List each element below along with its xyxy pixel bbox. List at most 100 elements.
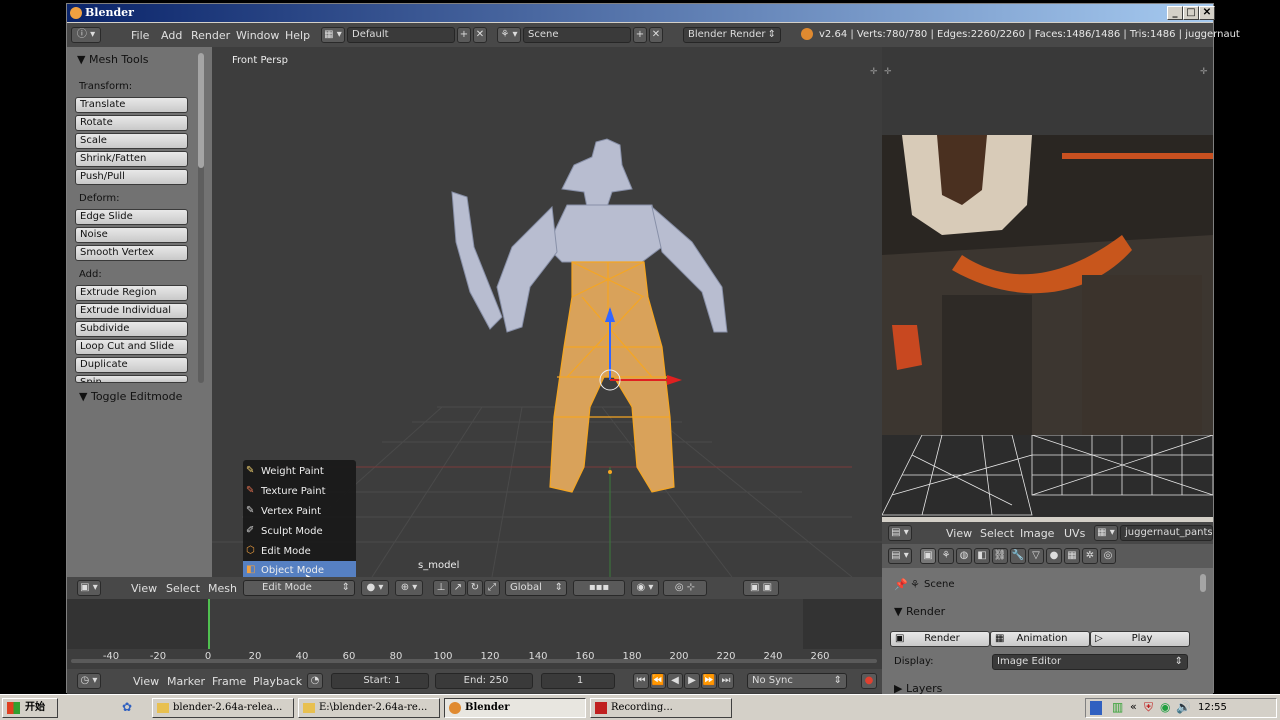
start-frame-field[interactable]: Start: 1 [331, 673, 429, 689]
menu-item-object-mode[interactable]: ◧ Object Mode [243, 561, 356, 577]
menu-item-edit-mode[interactable]: ⬡ Edit Mode [243, 542, 356, 561]
editor-type-info-icon[interactable]: ⓘ ▾ [71, 27, 101, 43]
maximize-button[interactable]: □ [1183, 6, 1199, 20]
proportional-edit-icon[interactable]: ◉ ▾ [631, 580, 659, 596]
task-blender[interactable]: Blender [444, 698, 586, 718]
layout-field[interactable]: Default [347, 27, 455, 43]
menu-item-sculpt-mode[interactable]: ✐ Sculpt Mode [243, 522, 356, 541]
render-tab-icon[interactable]: ▣ [920, 548, 936, 564]
scrollbar-thumb[interactable] [198, 53, 204, 168]
spin-button[interactable]: Spin [75, 375, 188, 383]
image-editor-view[interactable]: ✛ ✛ [882, 47, 1213, 517]
timeline-frame-menu[interactable]: Frame [212, 675, 246, 688]
rotate-button[interactable]: Rotate [75, 115, 188, 131]
orientation-select[interactable]: Global ⇕ [505, 580, 567, 596]
play-button[interactable]: ▷ Play [1090, 631, 1190, 647]
properties-scrollbar[interactable] [1200, 574, 1206, 592]
snap-icon[interactable]: ◎ ⊹ [663, 580, 707, 596]
auto-keying-icon[interactable]: ● [861, 673, 877, 689]
shrink-fatten-button[interactable]: Shrink/Fatten [75, 151, 188, 167]
menu-file[interactable]: File [131, 29, 149, 42]
timeline-view-menu[interactable]: View [133, 675, 159, 688]
extrude-region-button[interactable]: Extrude Region [75, 285, 188, 301]
editor-type-image-icon[interactable]: ▤ ▾ [888, 525, 912, 541]
constraints-tab-icon[interactable]: ⛓ [992, 548, 1008, 564]
window-titlebar[interactable]: Blender _ □ ✕ [67, 4, 1215, 22]
editor-type-timeline-icon[interactable]: ◷ ▾ [77, 673, 101, 689]
manipulator-toggle-icon[interactable]: ⊥ [433, 580, 449, 596]
network-icon[interactable]: ▥ [1112, 700, 1123, 714]
world-tab-icon[interactable]: ◍ [956, 548, 972, 564]
scene-add-icon[interactable]: + [633, 27, 647, 43]
viewport-shading-icon[interactable]: ● ▾ [361, 580, 389, 596]
layout-add-icon[interactable]: + [457, 27, 471, 43]
object-tab-icon[interactable]: ◧ [974, 548, 990, 564]
start-button[interactable]: 开始 [2, 698, 58, 718]
scene-remove-icon[interactable]: ✕ [649, 27, 663, 43]
modifiers-tab-icon[interactable]: 🔧 [1010, 548, 1026, 564]
scale-button[interactable]: Scale [75, 133, 188, 149]
view-menu[interactable]: View [131, 582, 157, 595]
image-image-menu[interactable]: Image [1020, 527, 1054, 540]
select-menu[interactable]: Select [166, 582, 200, 595]
mesh-menu[interactable]: Mesh [208, 582, 237, 595]
menu-add[interactable]: Add [161, 29, 182, 42]
play-icon[interactable]: ▶ [684, 673, 700, 689]
scene-icon[interactable]: ⚘ ▾ [497, 27, 521, 43]
task-explorer[interactable]: blender-2.64a-relea... [152, 698, 294, 718]
texture-tab-icon[interactable]: ▦ [1064, 548, 1080, 564]
screen-layout-icon[interactable]: ▦ ▾ [321, 27, 345, 43]
duplicate-button[interactable]: Duplicate [75, 357, 188, 373]
volume-icon[interactable]: 🔊 [1176, 700, 1191, 714]
current-frame-field[interactable]: 1 [541, 673, 615, 689]
editor-corner-icon[interactable]: ✛ [1200, 67, 1208, 77]
quick-launch-icon[interactable]: ✿ [122, 700, 132, 714]
menu-window[interactable]: Window [236, 29, 279, 42]
noise-button[interactable]: Noise [75, 227, 188, 243]
animation-button[interactable]: ▦ Animation [990, 631, 1090, 647]
layers-panel-header[interactable]: ▶ Layers [894, 682, 942, 694]
scene-field[interactable]: Scene [523, 27, 631, 43]
menu-item-vertex-paint[interactable]: ✎ Vertex Paint [243, 502, 356, 521]
translate-button[interactable]: Translate [75, 97, 188, 113]
prev-keyframe-icon[interactable]: ⏪ [650, 673, 666, 689]
layer-buttons-icon[interactable]: ▪▪▪ [573, 580, 625, 596]
timeline-marker-menu[interactable]: Marker [167, 675, 205, 688]
editor-type-properties-icon[interactable]: ▤ ▾ [888, 548, 912, 564]
image-browse-icon[interactable]: ▦ ▾ [1094, 525, 1118, 541]
timeline-playback-menu[interactable]: Playback [253, 675, 302, 688]
jump-end-icon[interactable]: ⏭ [718, 673, 734, 689]
pin-icon[interactable]: 📌 [894, 578, 908, 591]
render-engine-select[interactable]: Blender Render ⇕ [683, 27, 781, 43]
play-reverse-icon[interactable]: ◀ [667, 673, 683, 689]
menu-help[interactable]: Help [285, 29, 310, 42]
image-name-field[interactable]: juggernaut_pants.tg [1120, 525, 1213, 541]
shield-icon[interactable]: ⛨ [1144, 700, 1153, 715]
push-pull-button[interactable]: Push/Pull [75, 169, 188, 185]
subdivide-button[interactable]: Subdivide [75, 321, 188, 337]
task-recording[interactable]: Recording... [590, 698, 732, 718]
current-frame-marker[interactable] [208, 599, 210, 649]
toggle-editmode-panel[interactable]: ▼ Toggle Editmode [79, 390, 182, 403]
mode-select[interactable]: Edit Mode ⇕ [243, 580, 355, 596]
display-select[interactable]: Image Editor ⇕ [992, 654, 1188, 670]
close-button[interactable]: ✕ [1199, 6, 1215, 20]
editor-corner-icon[interactable]: ✛ [884, 67, 892, 77]
tool-shelf-scrollbar[interactable] [198, 53, 204, 383]
material-tab-icon[interactable]: ● [1046, 548, 1062, 564]
render-panel-header[interactable]: ▼ Render [894, 605, 945, 618]
jump-start-icon[interactable]: ⏮ [633, 673, 649, 689]
layout-remove-icon[interactable]: ✕ [473, 27, 487, 43]
sync-select[interactable]: No Sync ⇕ [747, 673, 847, 689]
rotate-manip-icon[interactable]: ↻ [467, 580, 483, 596]
image-view-menu[interactable]: View [946, 527, 972, 540]
task-explorer-2[interactable]: E:\blender-2.64a-re... [298, 698, 440, 718]
image-select-menu[interactable]: Select [980, 527, 1014, 540]
pivot-point-icon[interactable]: ⊕ ▾ [395, 580, 423, 596]
render-preview-icon[interactable]: ▣ ▣ [743, 580, 779, 596]
ime-icon[interactable] [1090, 701, 1102, 715]
edge-slide-button[interactable]: Edge Slide [75, 209, 188, 225]
tool-shelf-header[interactable]: ▼ Mesh Tools [77, 53, 149, 66]
editor-type-3dview-icon[interactable]: ▣ ▾ [77, 580, 101, 596]
render-button[interactable]: ▣ Render [890, 631, 990, 647]
